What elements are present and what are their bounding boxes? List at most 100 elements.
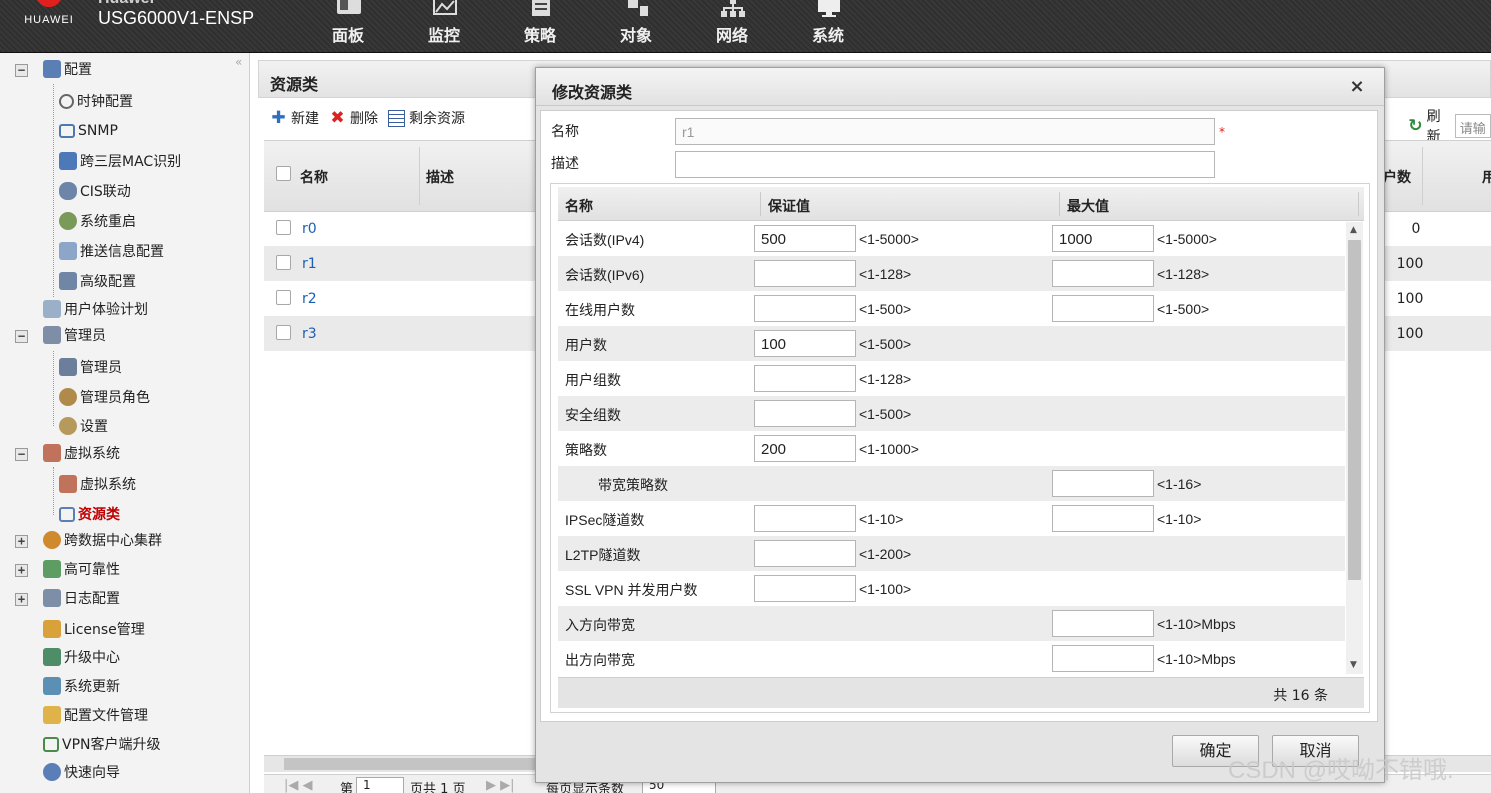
huawei-logo: HUAWEI	[18, 0, 80, 34]
close-icon[interactable]: ×	[1348, 78, 1366, 96]
tree-item-vpn-client[interactable]: VPN客户端升级	[43, 732, 161, 756]
toggle-vsys[interactable]: −	[15, 448, 28, 461]
col-divider	[1358, 192, 1359, 216]
scrollbar-thumb[interactable]	[284, 758, 544, 770]
tree-item-cross-dc[interactable]: 跨数据中心集群	[43, 528, 162, 552]
remaining-resources-button[interactable]: 剩余资源	[388, 108, 465, 128]
col-name[interactable]: 名称	[300, 167, 328, 187]
tree-item-admin-group[interactable]: 管理员	[43, 323, 106, 347]
row-name-link[interactable]: r2	[302, 291, 317, 307]
max-input[interactable]	[1052, 260, 1154, 287]
tree-item-push[interactable]: 推送信息配置	[59, 239, 164, 263]
toggle-config[interactable]: −	[15, 64, 28, 77]
tree-item-mac[interactable]: 跨三层MAC识别	[59, 149, 181, 173]
nav-dashboard[interactable]: 面板	[300, 0, 396, 53]
guarantee-input[interactable]: 100	[754, 330, 856, 357]
guarantee-input[interactable]: 200	[754, 435, 856, 462]
tree-item-label: 系统更新	[64, 679, 120, 695]
resource-row: 带宽策略数 <1-16>	[558, 466, 1345, 501]
tree-item-cis[interactable]: CIS联动	[59, 179, 131, 203]
guarantee-input[interactable]	[754, 540, 856, 567]
resource-name: 会话数(IPv4)	[565, 232, 645, 248]
collapse-sidebar-icon[interactable]: «	[235, 55, 242, 69]
row-checkbox[interactable]	[276, 325, 291, 340]
tree-item-config[interactable]: 配置	[43, 57, 92, 81]
max-input[interactable]: 1000	[1052, 225, 1154, 252]
tree-item-label: 管理员	[64, 328, 106, 344]
row-name-link[interactable]: r1	[302, 256, 317, 272]
resource-limits-table: 名称 保证值 最大值 会话数(IPv4) 500 <1-5000> 1000 <…	[550, 183, 1370, 713]
tree-item-settings[interactable]: 设置	[59, 414, 108, 438]
tree-item-vsys[interactable]: 虚拟系统	[59, 472, 136, 496]
row-name-link[interactable]: r0	[302, 221, 317, 237]
col-divider	[1059, 192, 1060, 216]
guarantee-input[interactable]	[754, 260, 856, 287]
col-desc[interactable]: 描述	[426, 167, 454, 187]
scrollbar-thumb[interactable]	[1348, 240, 1361, 580]
tree-item-vsys-group[interactable]: 虚拟系统	[43, 441, 120, 465]
description-field[interactable]	[675, 151, 1215, 178]
row-checkbox[interactable]	[276, 220, 291, 235]
tree-item-license[interactable]: License管理	[43, 617, 145, 641]
row-checkbox[interactable]	[276, 255, 291, 270]
tree-item-ux-plan[interactable]: 用户体验计划	[43, 297, 148, 321]
add-icon: ✚	[271, 107, 286, 128]
max-input[interactable]	[1052, 645, 1154, 672]
tree-item-ha[interactable]: 高可靠性	[43, 557, 120, 581]
vertical-scrollbar[interactable]: ▲ ▼	[1346, 222, 1363, 674]
guarantee-input[interactable]	[754, 365, 856, 392]
nav-monitor[interactable]: 监控	[396, 0, 492, 53]
nav-system[interactable]: 系统	[780, 0, 876, 53]
guarantee-input[interactable]	[754, 295, 856, 322]
col-users[interactable]: 户数	[1383, 167, 1411, 187]
tree-item-config-file[interactable]: 配置文件管理	[43, 703, 148, 727]
max-input[interactable]	[1052, 470, 1154, 497]
toggle-cross-dc[interactable]: +	[15, 535, 28, 548]
scroll-up-icon[interactable]: ▲	[1350, 225, 1357, 235]
guarantee-input[interactable]	[754, 575, 856, 602]
row-checkbox[interactable]	[276, 290, 291, 305]
tree-item-log[interactable]: 日志配置	[43, 586, 120, 610]
guarantee-input[interactable]: 500	[754, 225, 856, 252]
tree-item-admin[interactable]: 管理员	[59, 355, 122, 379]
page-number-input[interactable]: 1	[356, 777, 404, 793]
tree-item-reboot[interactable]: 系统重启	[59, 209, 136, 233]
toggle-admin[interactable]: −	[15, 330, 28, 343]
tree-item-snmp[interactable]: SNMP	[59, 119, 118, 143]
name-field[interactable]: r1	[675, 118, 1215, 145]
search-input[interactable]: 请输	[1454, 114, 1491, 138]
guarantee-input[interactable]	[754, 400, 856, 427]
tree-item-advanced[interactable]: 高级配置	[59, 269, 136, 293]
row-name-link[interactable]: r3	[302, 326, 317, 342]
toggle-ha[interactable]: +	[15, 564, 28, 577]
toggle-log[interactable]: +	[15, 593, 28, 606]
tree-item-admin-role[interactable]: 管理员角色	[59, 385, 150, 409]
tree-item-quick-wizard[interactable]: 快速向导	[43, 760, 120, 784]
nav-network[interactable]: 网络	[684, 0, 780, 53]
new-button-label: 新建	[291, 111, 319, 127]
required-marker: *	[1219, 125, 1225, 139]
clock-icon	[59, 93, 74, 109]
nav-object[interactable]: 对象	[588, 0, 684, 53]
tree-item-label: 升级中心	[64, 650, 120, 666]
col-last[interactable]: 用	[1482, 167, 1491, 187]
nav-policy[interactable]: 策略	[492, 0, 588, 53]
new-button[interactable]: ✚ 新建	[270, 108, 319, 128]
guarantee-input[interactable]	[754, 505, 856, 532]
dialog-title[interactable]: 修改资源类	[536, 68, 1384, 106]
tree-item-resource-class[interactable]: 资源类	[59, 502, 120, 526]
delete-button[interactable]: ✖ 删除	[329, 108, 378, 128]
scroll-down-icon[interactable]: ▼	[1350, 660, 1357, 670]
max-input[interactable]	[1052, 610, 1154, 637]
pager-first-prev-icon[interactable]: |◀ ◀	[284, 778, 313, 793]
tree-item-clock[interactable]: 时钟配置	[59, 89, 133, 113]
tree-item-sys-update[interactable]: 系统更新	[43, 674, 120, 698]
max-input[interactable]	[1052, 295, 1154, 322]
admin-user-icon	[59, 358, 77, 376]
pager-next-last-icon[interactable]: ▶ ▶|	[486, 778, 515, 793]
resource-row: SSL VPN 并发用户数 <1-100>	[558, 571, 1345, 606]
guarantee-range: <1-1000>	[859, 441, 919, 457]
max-input[interactable]	[1052, 505, 1154, 532]
select-all-checkbox[interactable]	[276, 166, 291, 181]
tree-item-upgrade[interactable]: 升级中心	[43, 645, 120, 669]
